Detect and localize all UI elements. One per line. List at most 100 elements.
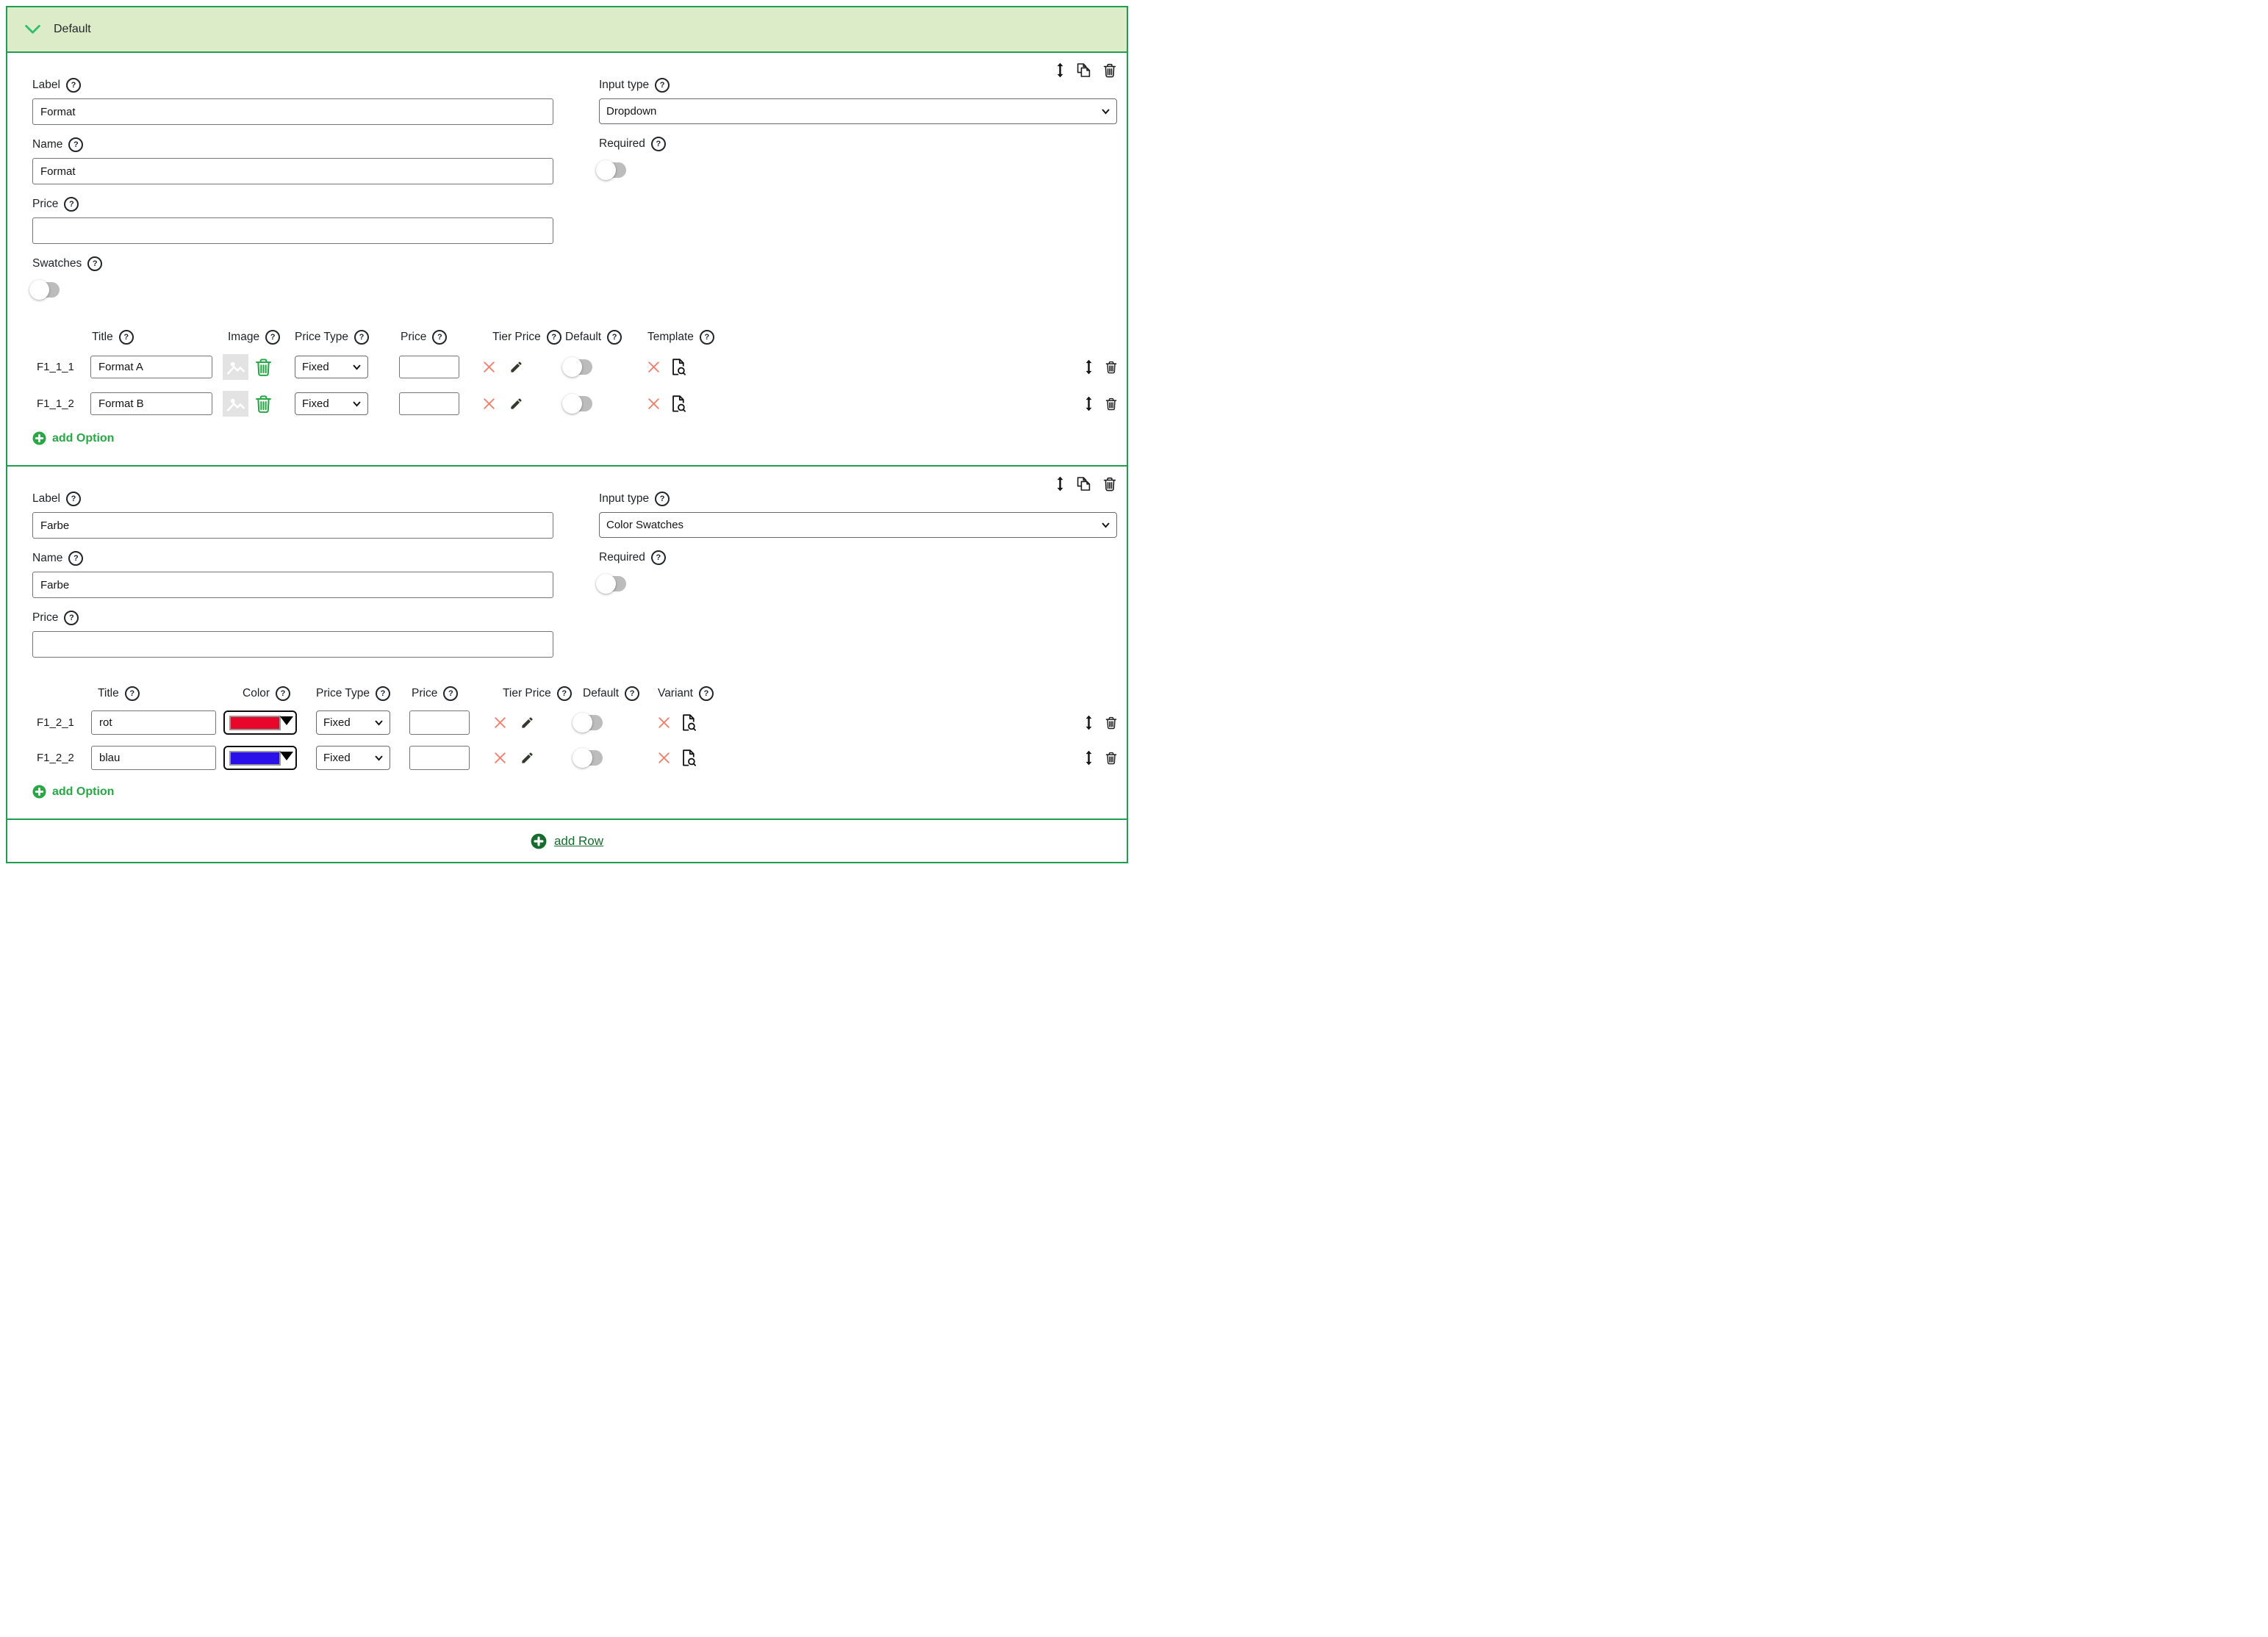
color-swatch — [229, 751, 281, 766]
help-icon[interactable]: ? — [68, 551, 83, 566]
required-toggle[interactable] — [599, 162, 626, 178]
edit-tier-price-button[interactable] — [520, 751, 534, 765]
price-input[interactable] — [32, 217, 553, 244]
help-icon[interactable]: ? — [651, 137, 666, 151]
help-icon[interactable]: ? — [265, 330, 280, 345]
remove-tier-price-button[interactable] — [483, 361, 495, 373]
move-option-button[interactable] — [1085, 715, 1093, 730]
default-toggle[interactable] — [575, 715, 603, 730]
help-icon[interactable]: ? — [354, 330, 369, 345]
option-price-input[interactable] — [409, 746, 470, 770]
delete-option-button[interactable] — [1105, 361, 1117, 374]
col-tier-price-label: Tier Price — [503, 687, 551, 700]
remove-tier-price-button[interactable] — [494, 752, 506, 764]
remove-tier-price-button[interactable] — [483, 397, 495, 410]
help-icon[interactable]: ? — [655, 78, 670, 93]
help-icon[interactable]: ? — [432, 330, 447, 345]
swatches-toggle[interactable] — [32, 282, 60, 298]
help-icon[interactable]: ? — [700, 330, 714, 345]
default-toggle[interactable] — [565, 396, 592, 411]
price-input[interactable] — [32, 631, 553, 658]
label-field-label: Label — [32, 492, 60, 506]
name-input[interactable] — [32, 572, 553, 598]
chevron-down-icon[interactable] — [24, 24, 41, 35]
add-option-button[interactable]: add Option — [32, 431, 114, 445]
delete-option-button[interactable] — [1105, 716, 1117, 730]
remove-variant-button[interactable] — [658, 752, 670, 764]
select-template-button[interactable] — [671, 395, 686, 412]
input-type-select[interactable]: Color Swatches — [599, 512, 1117, 538]
help-icon[interactable]: ? — [64, 611, 79, 625]
col-price-label: Price — [412, 687, 437, 700]
move-row-button[interactable] — [1056, 476, 1064, 492]
color-swatch-select[interactable] — [223, 746, 297, 770]
help-icon[interactable]: ? — [68, 137, 83, 152]
option-row-block: Label ? Name ? Price — [7, 465, 1127, 818]
input-type-select[interactable]: Dropdown — [599, 98, 1117, 124]
help-icon[interactable]: ? — [557, 686, 572, 701]
label-input[interactable] — [32, 98, 553, 125]
price-type-select[interactable]: Fixed — [295, 392, 368, 415]
group-accordion-header[interactable]: Default — [7, 7, 1127, 53]
help-icon[interactable]: ? — [66, 492, 81, 506]
row-toolbar — [1056, 476, 1116, 492]
edit-tier-price-button[interactable] — [509, 360, 523, 374]
default-toggle[interactable] — [565, 359, 592, 375]
move-row-button[interactable] — [1056, 62, 1064, 78]
delete-image-button[interactable] — [255, 358, 272, 377]
delete-option-button[interactable] — [1105, 397, 1117, 411]
help-icon[interactable]: ? — [276, 686, 290, 701]
delete-row-button[interactable] — [1103, 477, 1116, 492]
move-option-button[interactable] — [1085, 750, 1093, 766]
remove-template-button[interactable] — [647, 361, 660, 373]
help-icon[interactable]: ? — [64, 197, 79, 212]
select-variant-button[interactable] — [681, 714, 696, 731]
option-price-input[interactable] — [399, 392, 459, 415]
help-icon[interactable]: ? — [625, 686, 639, 701]
help-icon[interactable]: ? — [376, 686, 390, 701]
delete-option-button[interactable] — [1105, 752, 1117, 765]
add-row-button[interactable]: add Row — [531, 833, 603, 849]
remove-template-button[interactable] — [647, 397, 660, 410]
help-icon[interactable]: ? — [119, 330, 134, 345]
option-price-input[interactable] — [409, 710, 470, 735]
help-icon[interactable]: ? — [699, 686, 714, 701]
option-title-input[interactable] — [91, 746, 216, 770]
help-icon[interactable]: ? — [655, 492, 670, 506]
move-option-button[interactable] — [1085, 359, 1093, 375]
remove-tier-price-button[interactable] — [494, 716, 506, 729]
select-variant-button[interactable] — [681, 749, 696, 766]
col-price-type-label: Price Type — [316, 687, 370, 700]
edit-tier-price-button[interactable] — [520, 716, 534, 730]
help-icon[interactable]: ? — [66, 78, 81, 93]
help-icon[interactable]: ? — [443, 686, 458, 701]
label-input[interactable] — [32, 512, 553, 539]
duplicate-row-button[interactable] — [1076, 476, 1091, 492]
required-toggle[interactable] — [599, 576, 626, 591]
help-icon[interactable]: ? — [607, 330, 622, 345]
duplicate-row-button[interactable] — [1076, 62, 1091, 78]
help-icon[interactable]: ? — [125, 686, 140, 701]
option-image-placeholder[interactable] — [223, 391, 248, 417]
price-type-select[interactable]: Fixed — [316, 746, 390, 770]
select-template-button[interactable] — [671, 359, 686, 375]
remove-variant-button[interactable] — [658, 716, 670, 729]
move-option-button[interactable] — [1085, 396, 1093, 411]
option-title-input[interactable] — [91, 710, 216, 735]
color-swatch-select[interactable] — [223, 710, 297, 735]
price-type-select[interactable]: Fixed — [316, 710, 390, 735]
price-type-select[interactable]: Fixed — [295, 356, 368, 378]
option-title-input[interactable] — [90, 392, 212, 415]
edit-tier-price-button[interactable] — [509, 397, 523, 411]
help-icon[interactable]: ? — [651, 550, 666, 565]
option-image-placeholder[interactable] — [223, 354, 248, 380]
delete-row-button[interactable] — [1103, 63, 1116, 78]
help-icon[interactable]: ? — [547, 330, 561, 345]
delete-image-button[interactable] — [255, 395, 272, 414]
add-option-button[interactable]: add Option — [32, 785, 114, 799]
option-title-input[interactable] — [90, 356, 212, 378]
name-input[interactable] — [32, 158, 553, 184]
default-toggle[interactable] — [575, 750, 603, 766]
help-icon[interactable]: ? — [87, 256, 102, 271]
option-price-input[interactable] — [399, 356, 459, 378]
